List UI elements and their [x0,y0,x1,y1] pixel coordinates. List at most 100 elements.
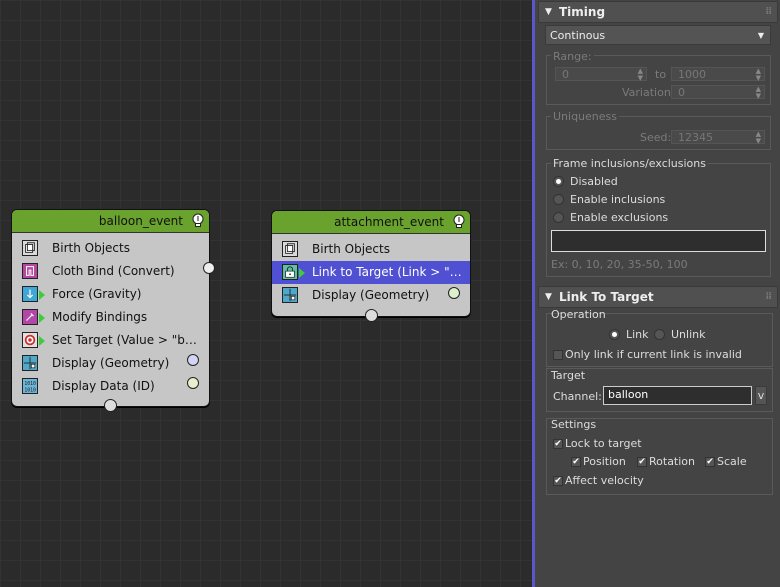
radio-enable-exclusions[interactable] [553,212,564,223]
frames-example: Ex: 0, 10, 20, 35-50, 100 [551,258,688,271]
radio-enable-inclusions[interactable] [553,194,564,205]
operator-display-geometry[interactable]: Display (Geometry) [12,352,209,375]
operator-label: Birth Objects [312,242,390,256]
lock-to-target-label: Lock to target [565,437,642,450]
operator-label: Birth Objects [52,241,130,255]
operator-set-target[interactable]: Set Target (Value > "balloo... [12,329,209,352]
radio-link[interactable] [609,329,620,340]
radio-disabled[interactable] [553,176,564,187]
option-inclusions-label: Enable inclusions [570,193,666,206]
operator-birth-objects[interactable]: Birth Objects [272,238,470,261]
svg-text:1010: 1010 [24,381,36,387]
operator-force[interactable]: Force (Gravity) [12,283,209,306]
operator-birth-objects[interactable]: Birth Objects [12,237,209,260]
dropdown-value: Continous [550,29,606,42]
parameters-panel: ▼ Timing ⁞⁞ Continous ▼ Range: 0 ▲ ▼ to 1… [535,0,780,587]
attachment-event-node[interactable]: attachment_event Birth Objects Link to T… [271,210,471,322]
op-connector-arrow [39,290,45,300]
timing-rollout-header[interactable]: ▼ Timing ⁞⁞ [538,1,778,23]
display-color-swatch[interactable] [448,287,460,299]
rollout-title: Timing [559,5,606,19]
channel-dropdown-button[interactable]: v [755,386,767,405]
link-target-icon [282,264,298,280]
operator-cloth-bind[interactable]: Cloth Bind (Convert) [12,260,209,283]
option-disabled-label: Disabled [570,175,618,188]
input-port[interactable] [104,399,117,412]
operator-label: Force (Gravity) [52,287,142,301]
display-data-color-swatch[interactable] [187,377,199,389]
to-label: to [655,68,667,81]
display-geometry-icon [22,355,38,371]
output-port[interactable] [203,262,215,274]
position-checkbox[interactable]: ✔ [571,457,581,467]
lightbulb-icon[interactable] [191,213,205,229]
operator-link-to-target[interactable]: Link to Target (Link > "ball... [272,261,470,284]
op-connector-arrow [299,268,305,278]
modify-bindings-icon [22,309,38,325]
display-color-swatch[interactable] [187,354,199,366]
channel-input[interactable]: balloon [603,386,752,405]
force-icon [22,286,38,302]
node-header[interactable]: attachment_event [272,211,470,234]
op-connector-arrow [39,336,45,346]
only-link-label: Only link if current link is invalid [565,348,742,361]
option-exclusions-label: Enable exclusions [570,211,669,224]
rollout-title: Link To Target [559,290,654,304]
scale-checkbox[interactable]: ✔ [705,457,715,467]
grip-icon[interactable]: ⁞⁞ [765,287,772,307]
grip-icon[interactable]: ⁞⁞ [765,2,772,22]
settings-label: Settings [551,418,597,431]
operator-label: Modify Bindings [52,310,148,324]
range-to-spinner[interactable]: 1000 ▲ ▼ [671,67,765,82]
frame-inclusions-label: Frame inclusions/exclusions [551,157,708,170]
target-label: Target [551,369,586,382]
balloon-event-node[interactable]: balloon_event Birth Objects Cloth Bind (… [11,209,215,412]
collapse-triangle-icon: ▼ [545,292,552,302]
spinner-arrows-icon: ▲ ▼ [637,67,643,82]
link-to-target-rollout-header[interactable]: ▼ Link To Target ⁞⁞ [538,286,778,308]
timing-mode-dropdown[interactable]: Continous ▼ [545,25,771,45]
dropdown-arrow-icon: ▼ [757,31,764,40]
channel-label: Channel: [553,390,602,403]
seed-spinner[interactable]: 12345 ▲ ▼ [671,130,765,145]
operator-label: Display Data (ID) [52,379,155,393]
variation-spinner[interactable]: 0 ▲ ▼ [671,85,765,100]
affect-velocity-checkbox[interactable]: ✔ [553,476,563,486]
op-connector-arrow [39,313,45,323]
operator-display-geometry[interactable]: Display (Geometry) [272,284,470,307]
spinner-arrows-icon: ▲ ▼ [755,130,761,145]
rotation-checkbox[interactable]: ✔ [637,457,647,467]
seed-label: Seed: [640,131,672,144]
operator-label: Display (Geometry) [52,356,170,370]
rotation-label: Rotation [649,455,696,468]
set-target-icon [22,332,38,348]
display-geometry-icon [282,287,298,303]
unlink-option-label: Unlink [671,328,706,341]
position-label: Position [583,455,626,468]
operator-label: Set Target (Value > "balloo... [52,333,202,347]
spinner-arrows-icon: ▲ ▼ [755,67,761,82]
frames-input[interactable] [551,230,766,252]
spinner-arrows-icon: ▲ ▼ [755,85,761,100]
only-link-checkbox[interactable] [553,350,563,360]
cloth-bind-icon [22,263,38,279]
radio-unlink[interactable] [654,329,665,340]
node-title: balloon_event [98,214,183,228]
lock-to-target-checkbox[interactable]: ✔ [553,439,563,449]
node-title: attachment_event [334,215,444,229]
input-port[interactable] [365,309,378,322]
range-label: Range: [551,50,594,63]
operator-label: Link to Target (Link > "ball... [312,265,464,279]
lightbulb-icon[interactable] [452,214,466,230]
uniqueness-label: Uniqueness [551,110,620,123]
operator-display-data[interactable]: 1010 1010 Display Data (ID) [12,375,209,398]
node-header[interactable]: balloon_event [12,210,209,233]
variation-label: Variation: [622,86,675,99]
birth-objects-icon [282,241,298,257]
operator-modify-bindings[interactable]: Modify Bindings [12,306,209,329]
birth-objects-icon [22,240,38,256]
operator-label: Cloth Bind (Convert) [52,264,175,278]
range-from-spinner[interactable]: 0 ▲ ▼ [555,67,647,82]
affect-velocity-label: Affect velocity [565,474,644,487]
display-data-icon: 1010 1010 [22,378,38,394]
